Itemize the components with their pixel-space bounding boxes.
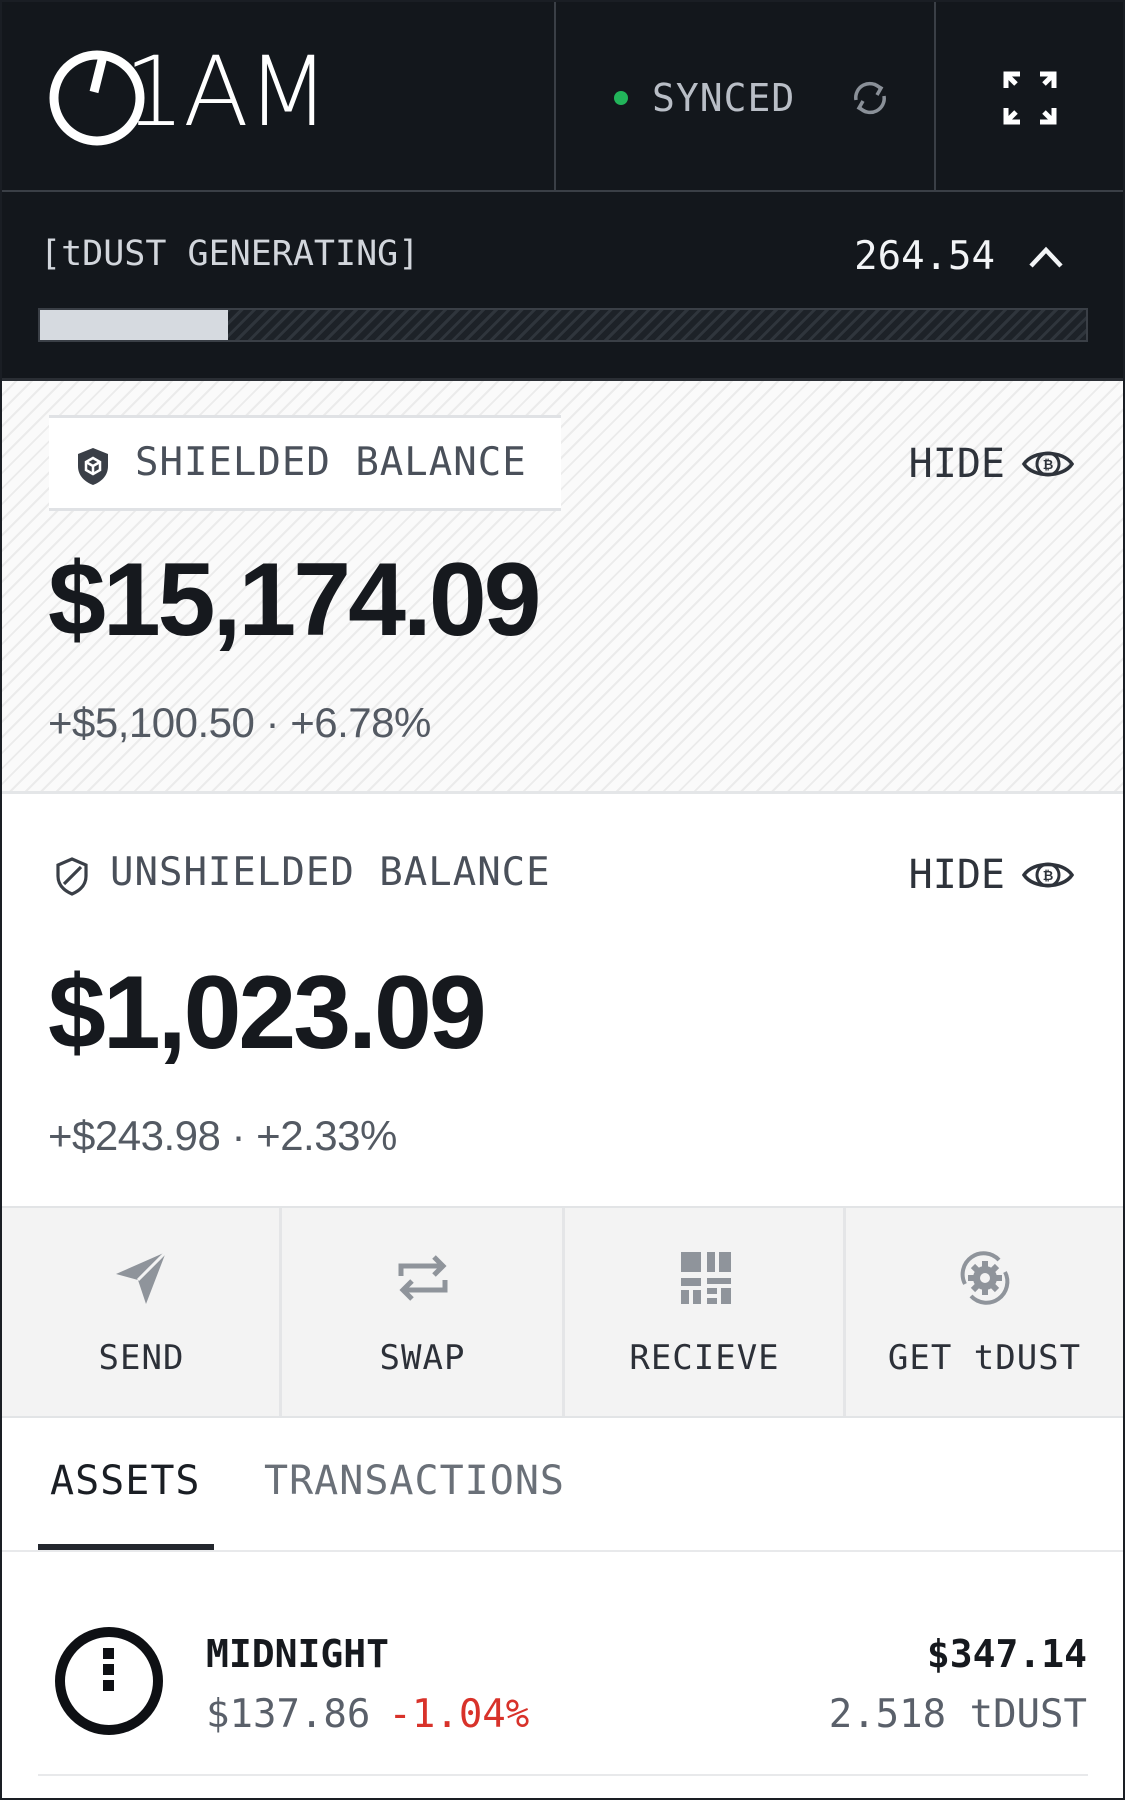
dust-generation-panel[interactable]: [tDUST GENERATING] 264.54 [2,192,1123,381]
send-label: SEND [98,1338,185,1378]
dust-generated-value: 264.54 [854,234,995,279]
asset-quantity: 2.518 tDUST [828,1692,1087,1737]
send-button[interactable]: SEND [2,1208,281,1416]
tab-assets[interactable]: ASSETS [50,1458,201,1504]
asset-price: $137.86 [206,1692,371,1737]
swap-label: SWAP [379,1338,466,1378]
asset-value: $347.14 [926,1632,1087,1676]
dust-progress-fill [40,310,229,340]
hide-label: HIDE [908,852,1005,898]
receive-label: RECIEVE [629,1338,780,1378]
qr-code-icon [681,1252,731,1304]
app-logo-text: 1AM [124,36,330,148]
shielded-balance-label: SHIELDED BALANCE [135,440,527,485]
chevron-up-icon[interactable] [1026,242,1066,272]
unshielded-balance-card: UNSHIELDED BALANCE HIDE ₿ $1,023.09 +$24… [2,794,1123,1204]
top-bar: 1AM SYNCED [2,2,1123,192]
expand-icon[interactable] [1002,70,1058,126]
tab-transactions[interactable]: TRANSACTIONS [264,1458,565,1504]
receive-button[interactable]: RECIEVE [565,1208,844,1416]
shielded-balance-change: +$5,100.50 · +6.78% [48,699,431,746]
shielded-balance-card: SHIELDED BALANCE HIDE ₿ $15,174.09 +$5,1… [2,381,1123,794]
asset-name: MIDNIGHT [206,1632,390,1676]
get-tdust-button[interactable]: GET tDUST [846,1208,1123,1416]
unshielded-balance-amount: $1,023.09 [48,955,487,1071]
eye-coin-icon: ₿ [1021,451,1075,477]
header-divider [934,2,936,190]
unshielded-balance-label: UNSHIELDED BALANCE [110,850,551,895]
gear-refresh-icon [960,1251,1010,1305]
midnight-token-icon [55,1627,163,1735]
shielded-balance-amount: $15,174.09 [48,542,542,658]
sync-indicator-dot [614,91,628,105]
shielded-balance-badge: SHIELDED BALANCE [49,415,561,511]
dust-generating-label: [tDUST GENERATING] [40,234,420,274]
dust-progress-bar [38,308,1088,342]
wallet-window: 1AM SYNCED [tDUST GENERATING] 264.54 SHI… [0,0,1125,1800]
swap-button[interactable]: SWAP [282,1208,563,1416]
unshielded-balance-change: +$243.98 · +2.33% [48,1112,397,1159]
sync-status-text: SYNCED [652,76,796,120]
hide-label: HIDE [908,441,1005,487]
shield-icon [78,448,108,485]
asset-row-midnight[interactable]: MIDNIGHT $137.86 -1.04% $347.14 2.518 tDU… [2,1552,1123,1776]
swap-icon [398,1255,448,1301]
quick-actions-bar: SEND SWAP RECIEVE GET tDUST [2,1206,1123,1418]
send-icon [116,1250,168,1304]
hide-shielded-button[interactable]: HIDE ₿ [909,441,1075,487]
svg-text:₿: ₿ [1043,869,1054,884]
hide-unshielded-button[interactable]: HIDE ₿ [909,852,1075,898]
sync-status: SYNCED [614,72,795,124]
header-divider [554,2,556,190]
get-tdust-label: GET tDUST [887,1338,1082,1378]
svg-text:₿: ₿ [1043,458,1054,473]
row-divider [38,1774,1088,1776]
refresh-icon[interactable] [848,76,892,120]
shield-slash-icon [56,857,88,896]
asset-price-line: $137.86 -1.04% [206,1692,529,1737]
content-tabs: ASSETS TRANSACTIONS [2,1416,1123,1552]
asset-change: -1.04% [388,1692,530,1737]
active-tab-indicator [38,1544,214,1550]
eye-coin-icon: ₿ [1021,862,1075,888]
